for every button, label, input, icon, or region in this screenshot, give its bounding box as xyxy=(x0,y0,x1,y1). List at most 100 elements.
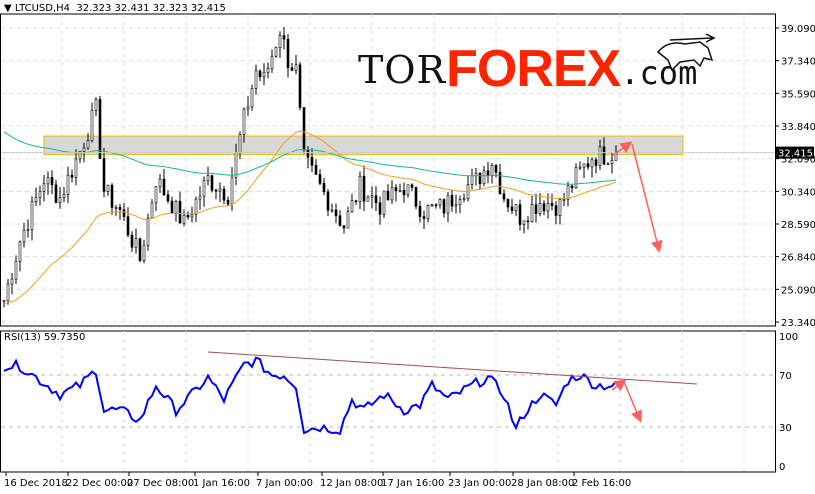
candle xyxy=(166,194,170,202)
candle xyxy=(22,229,26,243)
rsi-panel-frame xyxy=(0,330,776,473)
candle xyxy=(138,238,142,261)
candle xyxy=(66,174,70,195)
candle xyxy=(502,193,506,200)
candle xyxy=(358,175,362,202)
candle xyxy=(50,177,54,186)
candle xyxy=(150,202,154,219)
price-tick-label: 35.590 xyxy=(781,89,815,100)
candle xyxy=(314,165,318,175)
candle xyxy=(286,38,290,69)
candle xyxy=(246,106,250,110)
candle xyxy=(422,216,426,219)
candle xyxy=(234,152,238,178)
candle xyxy=(46,177,50,185)
rsi-arrow-down xyxy=(623,381,643,423)
candle xyxy=(374,195,378,204)
header-arrow-icon[interactable]: ▼ xyxy=(4,3,15,14)
rsi-tick-label: 30 xyxy=(779,423,792,434)
ohlc-values: 32.323 32.431 32.323 32.415 xyxy=(76,3,226,14)
candle xyxy=(210,175,214,191)
torforex-logo: TOR FOREX .com xyxy=(358,40,697,98)
candle xyxy=(418,206,422,217)
candle xyxy=(426,205,430,219)
candle xyxy=(126,216,130,236)
candle xyxy=(118,207,122,210)
candle xyxy=(294,64,298,71)
time-tick-label: 23 Jan 00:00 xyxy=(448,478,511,489)
time-tick-label: 16 Dec 2018 xyxy=(4,478,68,489)
price-tick-label: 26.840 xyxy=(781,253,815,264)
price-tick-label: 25.090 xyxy=(781,285,815,296)
candle xyxy=(514,204,518,211)
candle xyxy=(370,195,374,198)
candle xyxy=(410,184,414,188)
price-tick-label: 33.840 xyxy=(781,122,815,133)
candle xyxy=(518,204,522,225)
candle xyxy=(174,200,178,214)
candle xyxy=(554,205,558,216)
candle xyxy=(214,189,218,192)
candle xyxy=(142,244,146,261)
candle xyxy=(90,110,94,141)
candle xyxy=(578,166,582,169)
time-tick-label: 7 Jan 00:00 xyxy=(256,478,313,489)
candle xyxy=(34,197,38,202)
candle xyxy=(290,67,294,71)
candle xyxy=(486,170,490,176)
candle xyxy=(222,188,226,201)
candle xyxy=(2,300,6,302)
candle xyxy=(582,163,586,168)
candle xyxy=(262,72,266,78)
candle xyxy=(446,195,450,214)
candle xyxy=(478,172,482,184)
candle xyxy=(130,234,134,248)
candle xyxy=(406,184,410,196)
candle xyxy=(74,158,78,178)
candle xyxy=(30,201,34,230)
candle xyxy=(298,64,302,108)
candle xyxy=(94,99,98,111)
candle xyxy=(602,146,606,165)
candle xyxy=(182,214,186,224)
candle xyxy=(58,197,62,203)
candle xyxy=(390,187,394,201)
candle xyxy=(510,206,514,211)
candle xyxy=(114,207,118,209)
candle xyxy=(158,178,162,188)
candle xyxy=(190,214,194,218)
candle xyxy=(238,134,242,153)
candle xyxy=(10,278,14,285)
candle xyxy=(550,203,554,206)
candle xyxy=(538,203,542,214)
candle xyxy=(322,183,326,193)
chart-header: ▼ LTCUSD,H4 32.323 32.431 32.323 32.415 xyxy=(4,3,226,14)
candle xyxy=(350,200,354,213)
candle xyxy=(494,164,498,173)
candle xyxy=(70,174,74,178)
rsi-trendline xyxy=(207,351,698,385)
candle xyxy=(530,204,534,222)
time-tick-label: 27 Dec 08:00 xyxy=(127,478,194,489)
candle xyxy=(566,185,570,200)
candle xyxy=(562,198,566,201)
candle xyxy=(218,188,222,192)
candle xyxy=(18,241,22,262)
candle xyxy=(310,157,314,166)
candle xyxy=(202,180,206,197)
candle xyxy=(278,35,282,48)
candle xyxy=(398,189,402,192)
candle xyxy=(250,88,254,108)
rsi-header: RSI(13) 59.7350 xyxy=(4,332,86,343)
candle xyxy=(306,149,310,158)
logo-tor: TOR xyxy=(358,48,447,92)
logo-forex: FOREX xyxy=(446,40,621,98)
candle xyxy=(230,176,234,205)
time-tick-label: 2 Feb 16:00 xyxy=(572,478,631,489)
candle xyxy=(346,211,350,229)
candle xyxy=(334,209,338,217)
candle xyxy=(506,198,510,208)
candle xyxy=(606,163,610,166)
candle xyxy=(82,147,86,152)
candle xyxy=(122,209,126,217)
